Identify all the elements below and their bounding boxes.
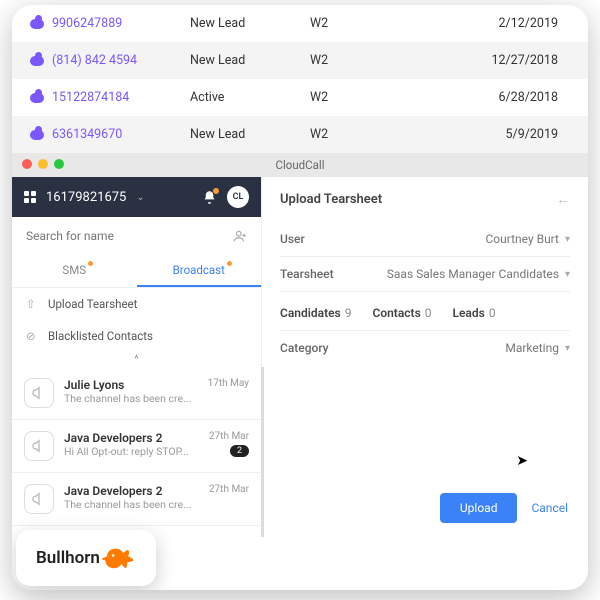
apps-icon[interactable] xyxy=(24,191,36,203)
cloud-icon xyxy=(30,56,44,66)
megaphone-icon xyxy=(24,484,54,514)
upload-button[interactable]: Upload xyxy=(440,493,518,523)
conversation-item[interactable]: Julie LyonsThe channel has been cre... 17… xyxy=(12,367,261,420)
tearsheet-select[interactable]: Saas Sales Manager Candidates▾ xyxy=(387,267,570,281)
notification-dot-icon xyxy=(88,261,93,266)
date-cell: 2/12/2019 xyxy=(420,16,570,31)
maximize-icon[interactable] xyxy=(54,159,64,169)
back-arrow-icon[interactable]: ← xyxy=(556,191,570,208)
conversation-item[interactable]: Java Developers 2The channel has been cr… xyxy=(12,473,261,526)
tearsheet-label: Tearsheet xyxy=(280,267,334,281)
cloud-icon xyxy=(30,93,44,103)
stats-row: Candidates9 Contacts0 Leads0 xyxy=(280,292,570,331)
table-row[interactable]: 15122874184 ActiveW26/28/2018 xyxy=(12,79,588,116)
tab-sms[interactable]: SMS xyxy=(12,255,137,287)
traffic-lights[interactable] xyxy=(22,159,64,169)
chevron-down-icon: ▾ xyxy=(565,269,570,280)
chevron-down-icon: ▾ xyxy=(565,234,570,245)
bullhorn-logo-card: Bullhorn xyxy=(16,530,156,586)
cloud-icon xyxy=(30,19,44,29)
menu-upload-tearsheet[interactable]: ⇧ Upload Tearsheet xyxy=(12,288,261,320)
conv-date: 27th Mar xyxy=(209,431,249,442)
search-input[interactable] xyxy=(26,229,225,243)
chevron-down-icon[interactable]: ⌄ xyxy=(136,192,144,203)
phone-link[interactable]: 9906247889 xyxy=(52,16,122,31)
megaphone-icon xyxy=(24,378,54,408)
cursor-icon: ➤ xyxy=(516,453,528,469)
phone-link[interactable]: (814) 842 4594 xyxy=(52,53,137,68)
chevron-down-icon: ▾ xyxy=(565,343,570,354)
menu-blacklisted[interactable]: ⊘ Blacklisted Contacts xyxy=(12,320,261,352)
add-person-icon[interactable] xyxy=(233,229,247,243)
avatar[interactable]: CL xyxy=(227,186,249,208)
window-title: CloudCall xyxy=(276,158,325,172)
conv-date: 27th Mar xyxy=(209,484,249,495)
phone-link[interactable]: 6361349670 xyxy=(52,127,122,142)
user-select[interactable]: Courtney Burt▾ xyxy=(485,232,570,246)
type-cell: W2 xyxy=(310,16,420,31)
type-cell: W2 xyxy=(310,127,420,142)
conv-preview: The channel has been cre... xyxy=(64,392,198,405)
type-cell: W2 xyxy=(310,53,420,68)
conv-name: Julie Lyons xyxy=(64,378,198,392)
notification-dot-icon xyxy=(227,261,232,266)
conv-preview: Hi All Opt-out: reply STOP... xyxy=(64,445,199,458)
user-label: User xyxy=(280,232,305,246)
unread-badge: 2 xyxy=(230,445,249,457)
conv-date: 17th May xyxy=(208,378,249,389)
table-row[interactable]: 9906247889 New LeadW22/12/2019 xyxy=(12,5,588,42)
notification-dot-icon xyxy=(213,188,219,194)
bullhorn-icon xyxy=(102,544,136,572)
table-row[interactable]: 6361349670 New LeadW25/9/2019 xyxy=(12,116,588,153)
conv-preview: The channel has been cre... xyxy=(64,498,199,511)
header-phone[interactable]: 16179821675 xyxy=(46,190,126,205)
cloud-icon xyxy=(30,130,44,140)
status-cell: New Lead xyxy=(190,16,310,31)
cancel-button[interactable]: Cancel xyxy=(531,501,568,515)
tab-broadcast[interactable]: Broadcast xyxy=(137,255,262,287)
status-cell: New Lead xyxy=(190,127,310,142)
category-select[interactable]: Marketing▾ xyxy=(505,341,570,355)
minimize-icon[interactable] xyxy=(38,159,48,169)
table-row[interactable]: (814) 842 4594 New LeadW212/27/2018 xyxy=(12,42,588,79)
block-icon: ⊘ xyxy=(26,329,38,343)
collapse-toggle[interactable]: ^ xyxy=(12,352,261,367)
phone-link[interactable]: 15122874184 xyxy=(52,90,129,105)
date-cell: 5/9/2019 xyxy=(420,127,570,142)
status-cell: New Lead xyxy=(190,53,310,68)
conv-name: Java Developers 2 xyxy=(64,484,199,498)
window-titlebar: CloudCall xyxy=(12,153,588,177)
detail-title: Upload Tearsheet xyxy=(280,192,382,207)
bell-icon[interactable] xyxy=(202,190,217,205)
status-cell: Active xyxy=(190,90,310,105)
type-cell: W2 xyxy=(310,90,420,105)
conv-name: Java Developers 2 xyxy=(64,431,199,445)
megaphone-icon xyxy=(24,431,54,461)
sidebar-header: 16179821675 ⌄ CL xyxy=(12,177,261,217)
conversation-item[interactable]: Java Developers 2Hi All Opt-out: reply S… xyxy=(12,420,261,473)
date-cell: 6/28/2018 xyxy=(420,90,570,105)
close-icon[interactable] xyxy=(22,159,32,169)
date-cell: 12/27/2018 xyxy=(420,53,570,68)
category-label: Category xyxy=(280,341,329,355)
upload-icon: ⇧ xyxy=(26,297,38,311)
